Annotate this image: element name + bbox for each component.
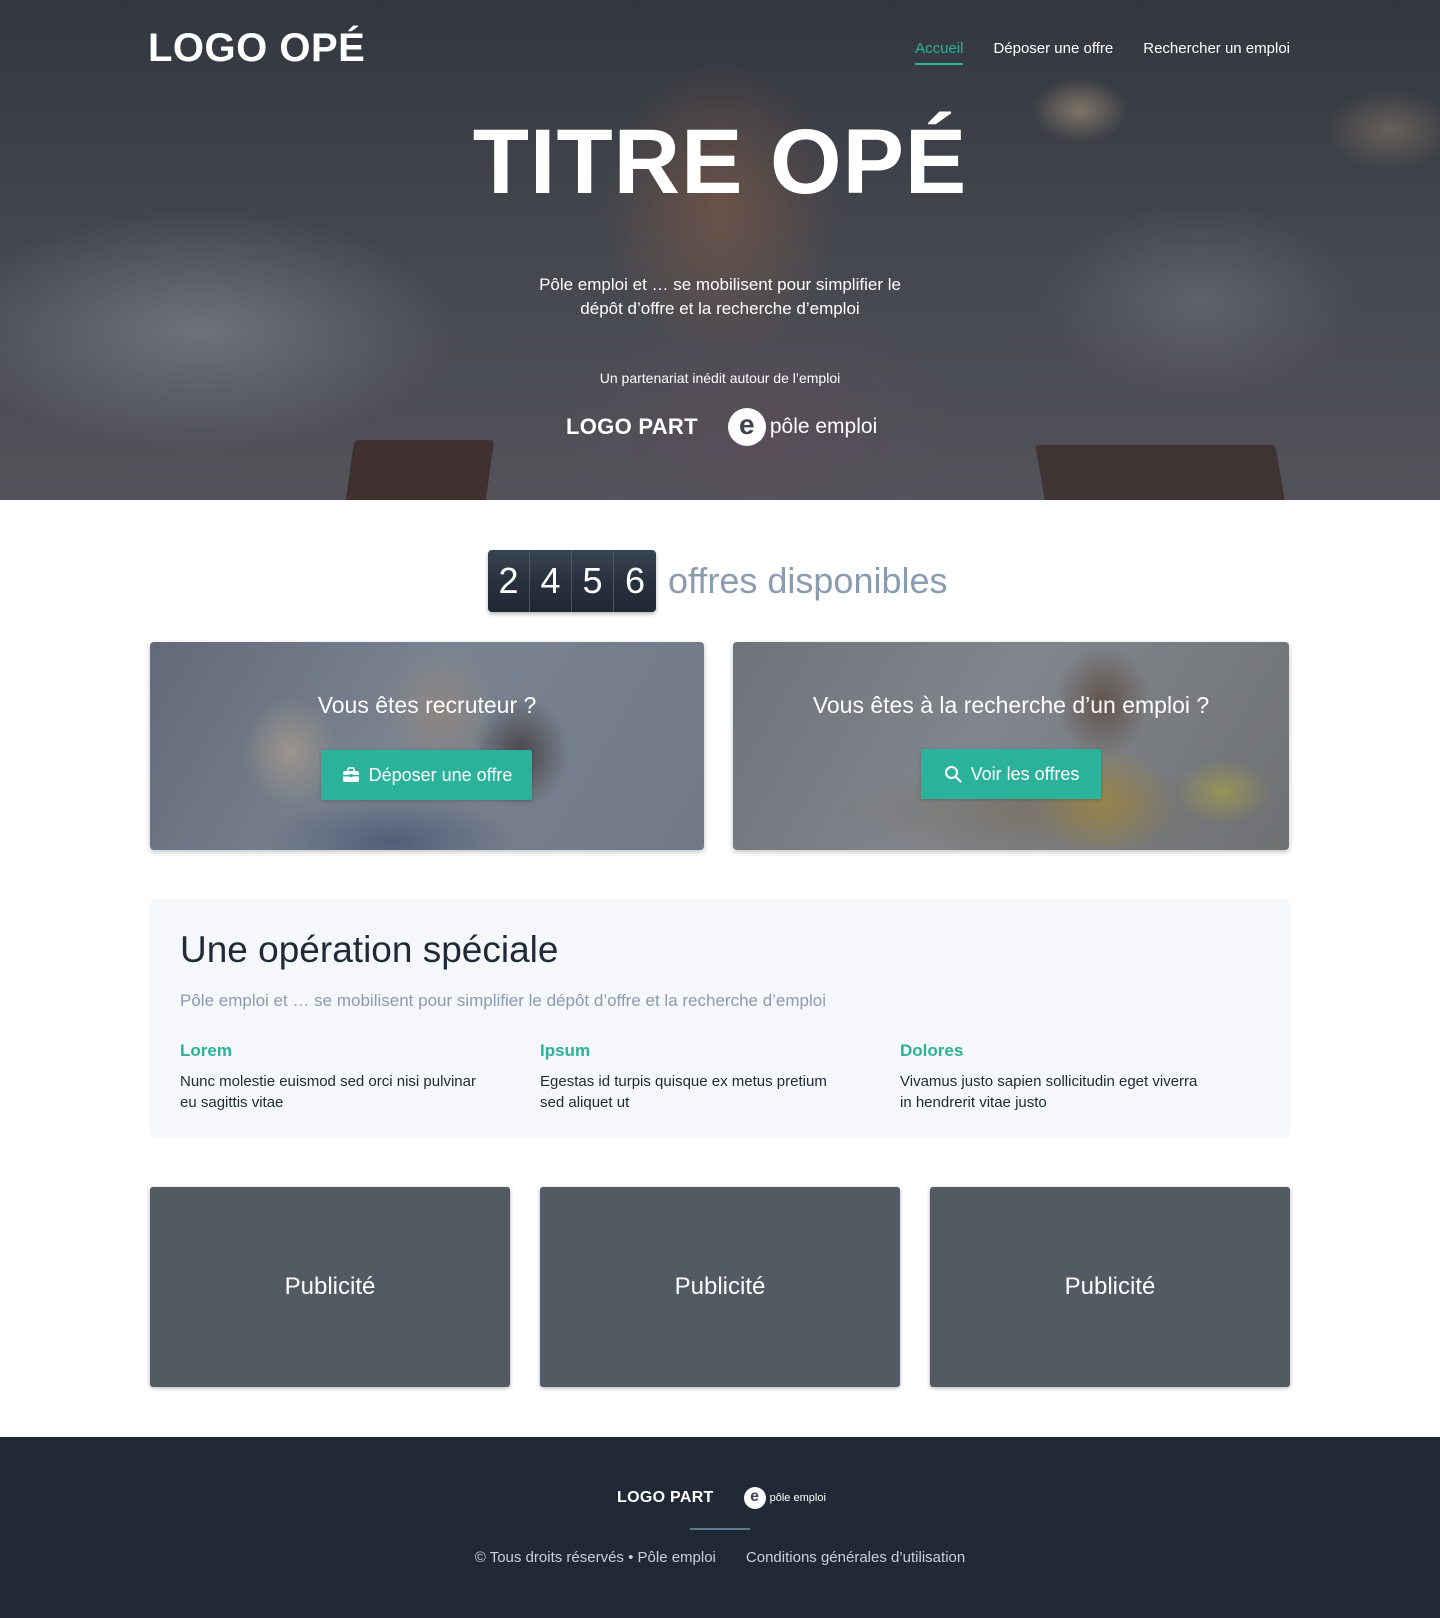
- nav-item-accueil[interactable]: Accueil: [915, 40, 964, 65]
- feature-title: Ipsum: [540, 1041, 591, 1060]
- ad-slot[interactable]: Publicité: [540, 1187, 900, 1387]
- hero-subtitle-line: dépôt d’offre et la recherche d’emploi: [580, 299, 860, 318]
- main-nav: Accueil Déposer une offre Rechercher un …: [915, 40, 1290, 65]
- job-seeker-card-title: Vous êtes à la recherche d’un emploi ?: [812, 692, 1210, 718]
- counter-digit: 4: [530, 550, 572, 612]
- recruiter-card-title: Vous êtes recruteur ?: [317, 692, 537, 718]
- ad-slot[interactable]: Publicité: [150, 1187, 510, 1387]
- pole-emploi-mark-icon: e: [727, 408, 766, 446]
- pole-emploi-text: pôle emploi: [769, 1492, 826, 1504]
- card-overlay: [150, 642, 704, 850]
- counter-label: offres disponibles: [668, 560, 948, 601]
- partner-logos: LOGO PART e pôle emploi: [566, 408, 877, 446]
- counter-digit: 6: [614, 550, 656, 612]
- job-seeker-card: Vous êtes à la recherche d’un emploi ? V…: [733, 642, 1289, 850]
- briefcase-icon: [341, 765, 361, 785]
- footer-pole-emploi-logo: e pôle emploi: [743, 1487, 826, 1509]
- footer-logos: LOGO PART e pôle emploi: [617, 1487, 826, 1509]
- voir-offres-label: Voir les offres: [970, 763, 1080, 784]
- feature-title: Dolores: [900, 1041, 964, 1060]
- feature-column: Dolores Vivamus justo sapien sollicitudi…: [900, 1041, 1260, 1113]
- counter-digit: 2: [488, 550, 530, 612]
- feature-column: Lorem Nunc molestie euismod sed orci nis…: [180, 1041, 540, 1113]
- deposer-offre-button[interactable]: Déposer une offre: [321, 750, 532, 800]
- pole-emploi-text: pôle emploi: [769, 415, 878, 438]
- footer: LOGO PART e pôle emploi © Tous droits ré…: [0, 1437, 1440, 1618]
- pole-emploi-mark: e: [739, 409, 755, 440]
- terms-link[interactable]: Conditions générales d’utilisation: [746, 1549, 965, 1566]
- special-title: Une opération spéciale: [180, 929, 559, 970]
- voir-offres-button[interactable]: Voir les offres: [921, 749, 1101, 799]
- nav-item-rechercher-emploi[interactable]: Rechercher un emploi: [1143, 40, 1290, 65]
- feature-columns: Lorem Nunc molestie euismod sed orci nis…: [180, 1041, 1260, 1113]
- ad-label: Publicité: [284, 1273, 376, 1300]
- deposer-offre-label: Déposer une offre: [368, 764, 513, 785]
- ad-label: Publicité: [1064, 1273, 1156, 1300]
- pole-emploi-logo: e pôle emploi: [727, 408, 878, 446]
- card-overlay: [733, 642, 1289, 850]
- hero-subtitle: Pôle emploi et … se mobilisent pour simp…: [520, 273, 920, 321]
- partner-text: Un partenariat inédit autour de l’emploi: [599, 370, 841, 386]
- hero-banner: LOGO OPÉ Accueil Déposer une offre Reche…: [0, 0, 1440, 500]
- feature-text: Egestas id turpis quisque ex metus preti…: [540, 1073, 827, 1111]
- hero-title: TITRE OPÉ: [472, 111, 968, 213]
- hero-subtitle-line: Pôle emploi et … se mobilisent pour simp…: [539, 275, 901, 294]
- pole-emploi-mark: e: [750, 1488, 760, 1505]
- ad-label: Publicité: [674, 1273, 766, 1300]
- site-logo[interactable]: LOGO OPÉ: [148, 26, 365, 71]
- feature-title: Lorem: [180, 1041, 232, 1060]
- feature-text: Nunc molestie euismod sed orci nisi pulv…: [180, 1073, 476, 1111]
- search-icon: [943, 764, 963, 784]
- footer-partner-logo: LOGO PART: [617, 1489, 714, 1506]
- counter-digit: 5: [572, 550, 614, 612]
- recruiter-card: Vous êtes recruteur ? Déposer une offre: [150, 642, 704, 850]
- feature-column: Ipsum Egestas id turpis quisque ex metus…: [540, 1041, 900, 1113]
- copyright-text: © Tous droits réservés • Pôle emploi: [474, 1549, 716, 1566]
- special-subtitle: Pôle emploi et … se mobilisent pour simp…: [180, 991, 827, 1010]
- special-operation-section: Une opération spéciale Pôle emploi et … …: [150, 899, 1290, 1137]
- footer-links: © Tous droits réservés • Pôle emploi Con…: [0, 1549, 1440, 1566]
- nav-item-deposer-offre[interactable]: Déposer une offre: [993, 40, 1113, 65]
- feature-text: Vivamus justo sapien sollicitudin eget v…: [900, 1073, 1198, 1111]
- footer-divider: [690, 1528, 750, 1530]
- counter-digits: 2 4 5 6: [488, 550, 656, 612]
- pole-emploi-mark-icon: e: [743, 1487, 766, 1509]
- offers-counter: 2 4 5 6 offres disponibles: [488, 550, 948, 612]
- ad-slot[interactable]: Publicité: [930, 1187, 1290, 1387]
- partner-logo: LOGO PART: [566, 414, 698, 439]
